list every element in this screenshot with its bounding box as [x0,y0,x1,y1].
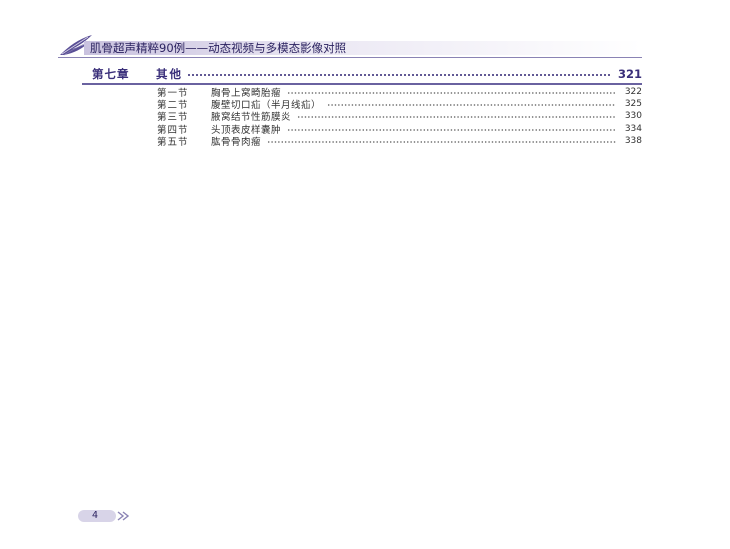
section-page: 334 [624,123,642,134]
page-number: 4 [92,510,99,521]
running-header: 肌骨超声精粹90例——动态视频与多模态影像对照 [58,33,642,57]
toc-section-entry[interactable]: 第五节 肱骨骨肉瘤 338 [157,135,642,148]
toc-chapter-entry[interactable]: 第七章 其他 321 [82,66,642,82]
dot-leader [267,138,616,145]
double-chevron-right-icon [117,511,130,521]
section-page: 338 [624,135,642,146]
chapter-number: 第七章 [92,67,130,81]
dot-leader [287,126,616,133]
dot-leader [287,90,616,97]
toc-section-list: 第一节 胸骨上窝畸胎瘤 322 第二节 腹壁切口疝（半月线疝） 325 第三节 … [157,86,642,148]
section-page: 325 [624,99,642,110]
page-footer: 4 [78,510,138,524]
dot-leader [187,72,612,78]
section-title: 肱骨骨肉瘤 [211,136,262,148]
header-rule [58,57,642,58]
section-page: 322 [624,87,642,98]
section-number: 第五节 [157,136,189,148]
chapter-page: 321 [617,67,642,81]
chapter-title: 其他 [156,67,183,81]
section-page: 330 [624,111,642,122]
dot-leader [297,114,616,121]
dot-leader [327,102,616,109]
book-title: 肌骨超声精粹90例——动态视频与多模态影像对照 [90,41,347,55]
